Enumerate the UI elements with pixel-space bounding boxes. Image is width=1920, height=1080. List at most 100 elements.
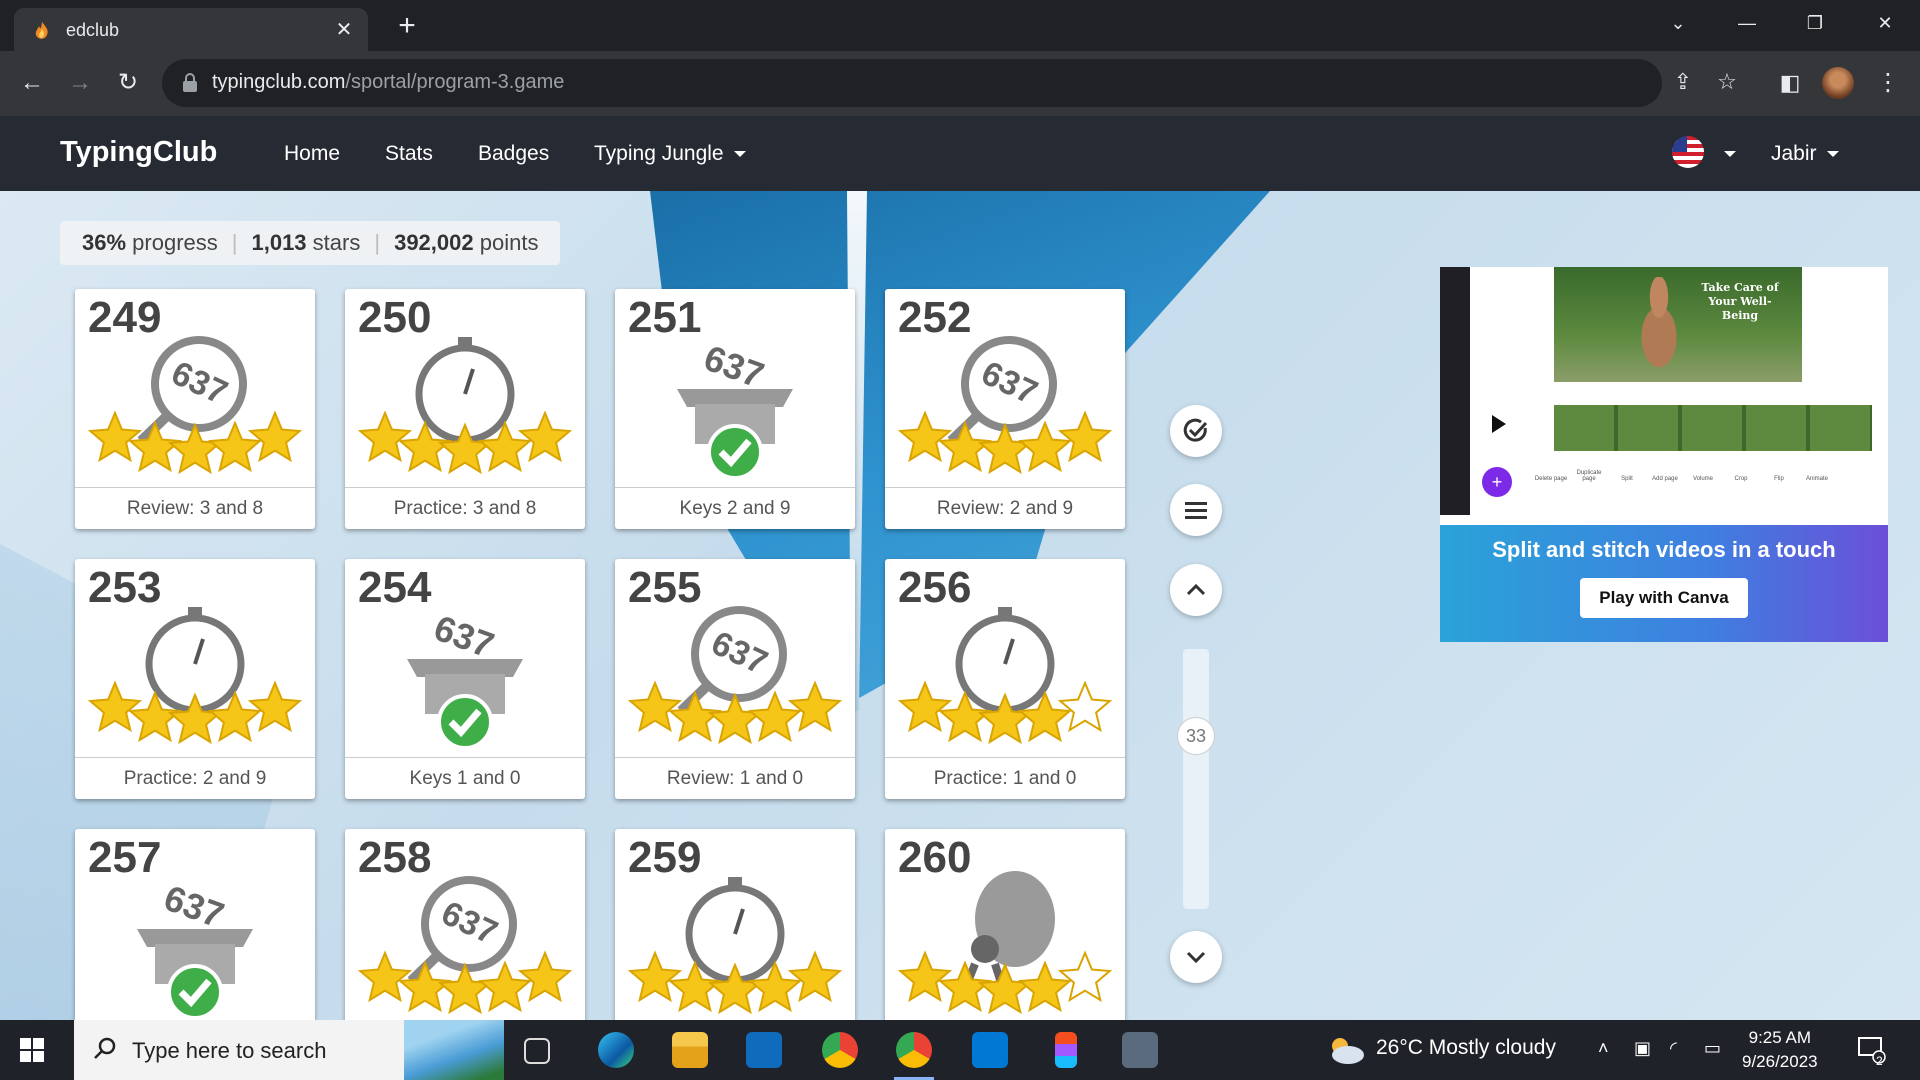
lesson-card[interactable]: 256 Practice: 1 and 0 — [885, 559, 1125, 799]
check-circle-icon — [1183, 418, 1208, 442]
brand-logo[interactable]: TypingClub — [60, 136, 217, 169]
nav-badges[interactable]: Badges — [478, 142, 549, 166]
profile-avatar[interactable] — [1822, 67, 1854, 99]
file-explorer-icon[interactable] — [672, 1032, 708, 1068]
weather-text[interactable]: 26°C Mostly cloudy — [1376, 1036, 1556, 1060]
ad-tool-label: Volume — [1692, 476, 1713, 482]
chrome-icon[interactable] — [822, 1032, 858, 1068]
lesson-card[interactable]: 259 — [615, 829, 855, 1020]
keys-lesson-icon: 637 — [137, 877, 253, 1020]
tab-close-icon[interactable]: ✕ — [332, 18, 356, 42]
restore-icon[interactable]: ❐ — [1792, 6, 1838, 40]
keys-lesson-icon: 637 — [677, 337, 793, 480]
battery-icon[interactable]: ▭ — [1704, 1038, 1721, 1059]
taskbar-search[interactable]: Type here to search — [74, 1020, 504, 1080]
ad-tool-label: Duplicate page — [1576, 470, 1602, 482]
nav-typing-jungle[interactable]: Typing Jungle — [594, 142, 746, 166]
minimize-icon[interactable]: — — [1724, 6, 1770, 40]
lesson-card[interactable]: 250 Practice: 3 and 8 — [345, 289, 585, 529]
us-flag-icon[interactable] — [1672, 136, 1704, 168]
points-label: points — [479, 230, 539, 255]
practice-lesson-icon — [897, 607, 1113, 745]
nav-stats[interactable]: Stats — [385, 142, 433, 166]
browser-tab[interactable]: edclub ✕ — [14, 8, 368, 51]
svg-text:637: 637 — [429, 607, 499, 666]
taskbar-clock[interactable]: 9:25 AM 9/26/2023 — [1742, 1026, 1818, 1074]
share-icon[interactable]: ⇪ — [1668, 69, 1698, 95]
url-path: /sportal/program-3.game — [345, 71, 565, 93]
ad-tool-label: Add page — [1652, 476, 1678, 482]
nav-home[interactable]: Home — [284, 142, 340, 166]
ad-headline: Split and stitch videos in a touch — [1492, 537, 1836, 562]
browser-toolbar: ← → ↻ typingclub.com/sportal/program-3.g… — [0, 51, 1920, 116]
tab-title: edclub — [66, 20, 120, 40]
notification-count: 2 — [1876, 1054, 1883, 1068]
chevron-down-icon — [1186, 951, 1206, 964]
lesson-card[interactable]: 258 637 — [345, 829, 585, 1020]
wifi-icon[interactable]: ◜ — [1670, 1038, 1677, 1059]
lesson-card[interactable]: 255 637 Review: 1 and 0 — [615, 559, 855, 799]
window-close-icon[interactable]: ✕ — [1862, 6, 1908, 40]
review-lesson-icon: 637 — [87, 336, 303, 475]
lesson-card[interactable]: 254 637 Keys 1 and 0 — [345, 559, 585, 799]
caret-down-icon — [733, 151, 746, 158]
side-panel-icon[interactable]: ◧ — [1772, 65, 1808, 101]
ad-tool-label: Delete page — [1534, 476, 1568, 482]
chrome-profile-icon[interactable] — [896, 1032, 932, 1068]
back-arrow-icon[interactable]: ← — [14, 65, 50, 101]
bookmark-star-icon[interactable]: ☆ — [1712, 69, 1742, 95]
lesson-label: Practice: 1 and 0 — [885, 757, 1125, 799]
menu-button[interactable] — [1170, 484, 1222, 536]
lock-icon — [183, 73, 197, 92]
lesson-label: Review: 3 and 8 — [75, 487, 315, 529]
lesson-card[interactable]: 251 637 Keys 2 and 9 — [615, 289, 855, 529]
menu-kebab-icon[interactable]: ⋮ — [1870, 65, 1906, 101]
chevron-up-icon — [1186, 583, 1206, 596]
ad-cta-button[interactable]: Play with Canva — [1580, 578, 1748, 618]
lesson-card[interactable]: 249 637 Review: 3 and 8 — [75, 289, 315, 529]
url-text: typingclub.com/sportal/program-3.game — [212, 71, 564, 94]
stars-count: 1,013 — [251, 230, 307, 255]
camera-icon[interactable] — [1122, 1032, 1158, 1068]
site-navbar: TypingClub Home Stats Badges Typing Jung… — [0, 116, 1920, 191]
reload-icon[interactable]: ↻ — [110, 65, 146, 101]
lesson-label: Review: 1 and 0 — [615, 757, 855, 799]
figma-icon[interactable] — [1055, 1032, 1077, 1068]
scroll-down-button[interactable] — [1170, 931, 1222, 983]
nav-typing-jungle-label: Typing Jungle — [594, 142, 724, 165]
canva-ad[interactable]: Take Care of Your Well-Being + Delete pa… — [1440, 267, 1888, 642]
lesson-card[interactable]: 260 — [885, 829, 1125, 1020]
mail-icon[interactable] — [746, 1032, 782, 1068]
tray-chevron-up-icon[interactable]: ˄ — [1598, 1038, 1609, 1059]
address-bar[interactable]: typingclub.com/sportal/program-3.game ⇪ … — [162, 59, 1737, 107]
scroll-up-button[interactable] — [1170, 564, 1222, 616]
search-placeholder: Type here to search — [132, 1038, 327, 1063]
lesson-card[interactable]: 257 637 — [75, 829, 315, 1020]
search-highlight-image — [404, 1020, 504, 1080]
forward-arrow-icon[interactable]: → — [62, 65, 98, 101]
tray-display-icon[interactable]: ▣ — [1634, 1038, 1651, 1059]
windows-taskbar: Type here to search 26°C Mostly cloudy ˄… — [0, 1020, 1920, 1080]
scroll-position-indicator[interactable]: 33 — [1177, 717, 1215, 755]
ad-tool-label: Split — [1621, 476, 1633, 482]
edge-icon[interactable] — [598, 1032, 634, 1068]
hamburger-icon — [1185, 502, 1207, 519]
ad-editor-screenshot: Take Care of Your Well-Being + Delete pa… — [1440, 267, 1888, 525]
language-caret-icon[interactable] — [1724, 151, 1736, 157]
lesson-scrollbar[interactable] — [1183, 649, 1209, 909]
tab-search-chevron-icon[interactable]: ⌄ — [1655, 6, 1701, 40]
stars-label: stars — [312, 230, 361, 255]
user-menu[interactable]: Jabir — [1771, 142, 1839, 166]
completed-filter-button[interactable] — [1170, 405, 1222, 457]
windows-start-icon[interactable] — [20, 1038, 44, 1062]
review-lesson-icon: 637 — [627, 606, 843, 745]
vscode-icon[interactable] — [972, 1032, 1008, 1068]
lesson-card[interactable]: 253 Practice: 2 and 9 — [75, 559, 315, 799]
lesson-card[interactable]: 252 637 Review: 2 and 9 — [885, 289, 1125, 529]
progress-percent: 36% — [82, 230, 127, 255]
new-tab-plus-icon[interactable]: + — [390, 10, 424, 44]
user-name: Jabir — [1771, 142, 1817, 165]
ad-photo-text: Take Care of Your Well-Being — [1701, 281, 1779, 322]
review-lesson-icon: 637 — [357, 876, 573, 1015]
task-view-icon[interactable] — [524, 1038, 550, 1064]
